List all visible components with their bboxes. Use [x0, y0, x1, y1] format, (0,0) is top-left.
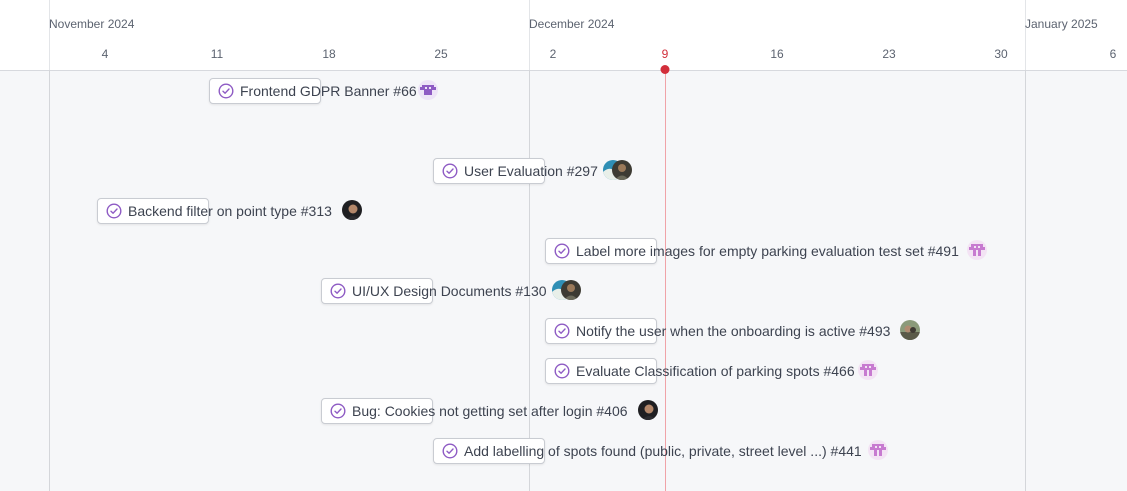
task-title: Frontend GDPR Banner #66: [240, 83, 417, 99]
check-circle-icon: [442, 443, 458, 459]
day-label: 16: [770, 47, 784, 61]
person-photo-avatar-icon[interactable]: [612, 160, 632, 180]
month-divider: [49, 0, 50, 70]
day-label-today: 9: [661, 47, 669, 61]
check-circle-icon: [554, 323, 570, 339]
month-label-january: January 2025: [1025, 17, 1098, 31]
month-divider: [1025, 70, 1026, 491]
check-circle-icon: [106, 203, 122, 219]
task-title: User Evaluation #297: [464, 163, 598, 179]
check-circle-icon: [442, 163, 458, 179]
person-photo-avatar-icon[interactable]: [561, 280, 581, 300]
pink-pixel-avatar-icon[interactable]: [967, 240, 987, 260]
purple-pixel-avatar-icon[interactable]: [418, 80, 438, 100]
person-photo-avatar-icon[interactable]: [638, 400, 658, 420]
check-circle-icon: [554, 363, 570, 379]
day-label: 6: [1109, 47, 1117, 61]
timeline-header: November 2024 December 2024 January 2025…: [0, 0, 1127, 71]
day-label: 2: [549, 47, 557, 61]
day-label: 30: [994, 47, 1008, 61]
task-title: Backend filter on point type #313: [128, 203, 332, 219]
month-divider: [49, 70, 50, 491]
today-line: [665, 70, 666, 491]
day-label: 18: [322, 47, 336, 61]
task-title: Add labelling of spots found (public, pr…: [464, 443, 862, 459]
month-divider: [529, 0, 530, 70]
task-title: Evaluate Classification of parking spots…: [576, 363, 855, 379]
today-marker: [660, 65, 670, 74]
day-label: 25: [434, 47, 448, 61]
pink-pixel-avatar-icon[interactable]: [868, 440, 888, 460]
check-circle-icon: [554, 243, 570, 259]
check-circle-icon: [218, 83, 234, 99]
month-divider: [1025, 0, 1026, 70]
month-label-november: November 2024: [49, 17, 135, 31]
check-circle-icon: [330, 403, 346, 419]
month-divider: [529, 70, 530, 491]
person-photo-avatar-icon[interactable]: [342, 200, 362, 220]
outdoor-photo-avatar-icon[interactable]: [900, 320, 920, 340]
task-title: Bug: Cookies not getting set after login…: [352, 403, 628, 419]
day-label: 11: [210, 47, 224, 61]
task-title: UI/UX Design Documents #130: [352, 283, 547, 299]
pink-pixel-avatar-icon[interactable]: [858, 360, 878, 380]
task-title: Notify the user when the onboarding is a…: [576, 323, 891, 339]
check-circle-icon: [330, 283, 346, 299]
day-label: 4: [101, 47, 109, 61]
day-label: 23: [882, 47, 896, 61]
task-title: Label more images for empty parking eval…: [576, 243, 959, 259]
month-label-december: December 2024: [529, 17, 615, 31]
